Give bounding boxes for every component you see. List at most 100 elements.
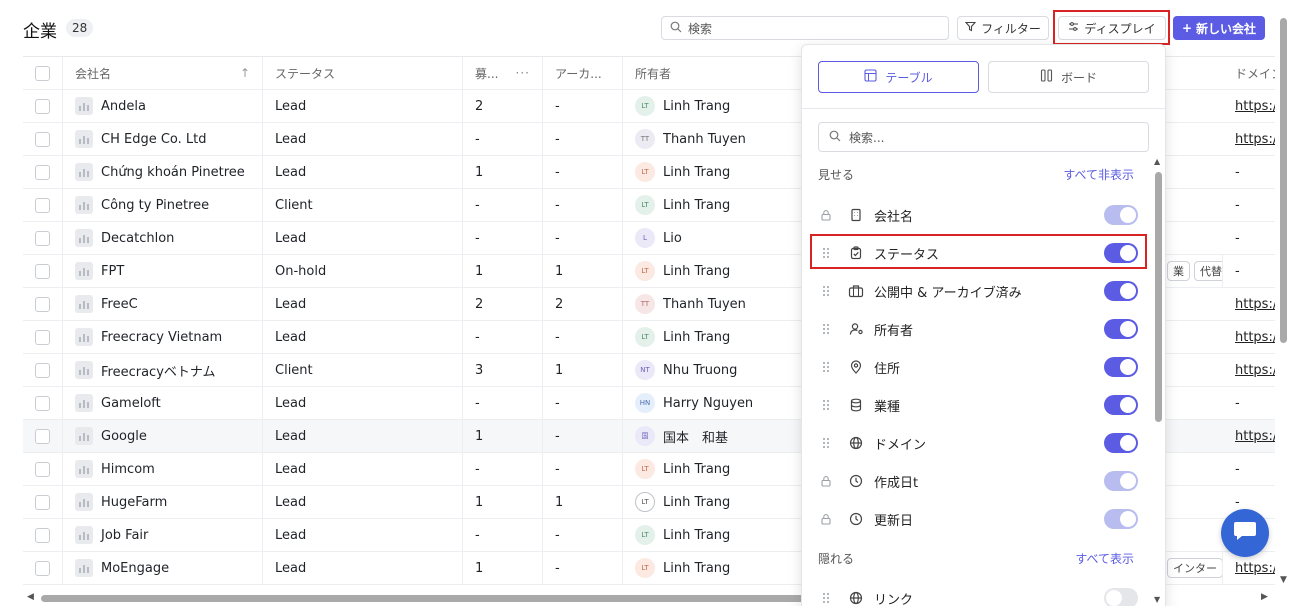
company-name[interactable]: Freecracy Vietnam [101, 330, 222, 345]
row-checkbox-cell[interactable] [23, 123, 63, 155]
domain-link[interactable]: https:/ [1235, 99, 1275, 114]
horizontal-scroll-thumb[interactable] [41, 595, 831, 602]
row-checkbox-cell[interactable] [23, 519, 63, 551]
drag-handle-icon[interactable] [818, 399, 834, 411]
company-name[interactable]: Freecracyベトナム [101, 361, 216, 380]
field-row[interactable]: 更新日 [818, 503, 1138, 535]
more-horizontal-icon[interactable]: ··· [516, 66, 530, 80]
status-cell[interactable]: Lead [263, 222, 463, 254]
row-checkbox-cell[interactable] [23, 189, 63, 221]
domain-link[interactable]: https:/ [1235, 330, 1275, 345]
row-checkbox[interactable] [35, 296, 50, 312]
scroll-down-arrow-icon[interactable]: ▼ [1280, 575, 1287, 585]
sort-arrow-up-icon[interactable]: ↑ [240, 66, 250, 80]
row-checkbox[interactable] [35, 494, 50, 510]
field-visibility-toggle[interactable] [1104, 319, 1138, 339]
company-name-cell[interactable]: Freecracyベトナム [63, 354, 263, 386]
drag-handle-icon[interactable] [818, 323, 834, 335]
company-name[interactable]: HugeFarm [101, 495, 167, 510]
domain-link[interactable]: https:/ [1235, 561, 1275, 576]
domain-cell[interactable]: https:/ [1223, 420, 1275, 452]
column-header-recruit[interactable]: 募... ··· [463, 57, 543, 89]
field-row[interactable]: 公開中 & アーカイブ済み [818, 275, 1138, 307]
company-name-cell[interactable]: Andela [63, 90, 263, 122]
row-checkbox-cell[interactable] [23, 552, 63, 584]
column-header-domain[interactable]: ドメイン [1223, 57, 1275, 89]
domain-cell[interactable]: https:/ [1223, 552, 1275, 584]
owner-cell[interactable]: L Lio [623, 222, 823, 254]
field-visibility-toggle[interactable] [1104, 395, 1138, 415]
new-company-button[interactable]: + 新しい会社 [1173, 16, 1265, 40]
owner-cell[interactable]: LT Linh Trang [623, 486, 823, 518]
tag-chip[interactable]: インター [1167, 558, 1222, 578]
row-checkbox-cell[interactable] [23, 387, 63, 419]
drag-handle-icon[interactable] [818, 361, 834, 373]
owner-cell[interactable]: LT Linh Trang [623, 453, 823, 485]
view-table-button[interactable]: テーブル [818, 61, 979, 93]
company-name-cell[interactable]: Decatchlon [63, 222, 263, 254]
owner-cell[interactable]: LT Linh Trang [623, 519, 823, 551]
owner-cell[interactable]: LT Linh Trang [623, 189, 823, 221]
field-visibility-toggle[interactable] [1104, 433, 1138, 453]
company-name[interactable]: Chứng khoán Pinetree [101, 165, 245, 180]
column-header-archive[interactable]: アーカ... [543, 57, 623, 89]
panel-scroll-thumb[interactable] [1155, 172, 1162, 422]
tag-chip[interactable]: 業 [1167, 261, 1190, 281]
field-row[interactable]: 会社名 [818, 199, 1138, 231]
select-all-checkbox[interactable] [35, 65, 50, 81]
row-checkbox[interactable] [35, 395, 50, 411]
company-name[interactable]: MoEngage [101, 561, 169, 576]
field-visibility-toggle[interactable] [1104, 588, 1138, 606]
status-cell[interactable]: Client [263, 354, 463, 386]
company-name[interactable]: Google [101, 429, 147, 444]
owner-cell[interactable]: LT Linh Trang [623, 321, 823, 353]
row-checkbox-cell[interactable] [23, 420, 63, 452]
drag-handle-icon[interactable] [818, 592, 834, 604]
view-board-button[interactable]: ボード [988, 61, 1149, 93]
tag-chip[interactable]: 代替 [1194, 261, 1222, 281]
header-checkbox-cell[interactable] [23, 57, 63, 89]
status-cell[interactable]: Lead [263, 453, 463, 485]
company-name-cell[interactable]: Job Fair [63, 519, 263, 551]
row-checkbox-cell[interactable] [23, 453, 63, 485]
search-input[interactable]: 検索 [661, 16, 949, 40]
company-name[interactable]: Công ty Pinetree [101, 198, 209, 213]
domain-cell[interactable]: https:/ [1223, 123, 1275, 155]
row-checkbox[interactable] [35, 362, 50, 378]
row-checkbox[interactable] [35, 527, 50, 543]
field-row[interactable]: 所有者 [818, 313, 1138, 345]
field-row[interactable]: 作成日t [818, 465, 1138, 497]
owner-cell[interactable]: HN Harry Nguyen [623, 387, 823, 419]
row-checkbox-cell[interactable] [23, 255, 63, 287]
row-checkbox-cell[interactable] [23, 90, 63, 122]
domain-cell[interactable]: https:/ [1223, 90, 1275, 122]
owner-cell[interactable]: TT Thanh Tuyen [623, 123, 823, 155]
company-name-cell[interactable]: Công ty Pinetree [63, 189, 263, 221]
company-name[interactable]: FreeC [101, 297, 138, 312]
scroll-right-arrow-icon[interactable]: ▶ [1261, 592, 1268, 602]
column-header-status[interactable]: ステータス [263, 57, 463, 89]
hide-all-link[interactable]: すべて非表示 [1063, 166, 1134, 183]
company-name[interactable]: Gameloft [101, 396, 161, 411]
filter-button[interactable]: フィルター [957, 16, 1049, 40]
status-cell[interactable]: Lead [263, 288, 463, 320]
row-checkbox[interactable] [35, 164, 50, 180]
domain-link[interactable]: https:/ [1235, 363, 1275, 378]
company-name-cell[interactable]: FreeC [63, 288, 263, 320]
status-cell[interactable]: Lead [263, 90, 463, 122]
field-row[interactable]: 住所 [818, 351, 1138, 383]
field-row[interactable]: リンク [818, 582, 1138, 606]
company-name-cell[interactable]: MoEngage [63, 552, 263, 584]
row-checkbox[interactable] [35, 560, 50, 576]
status-cell[interactable]: Lead [263, 123, 463, 155]
domain-link[interactable]: https:/ [1235, 132, 1275, 147]
field-row[interactable]: ドメイン [818, 427, 1138, 459]
row-checkbox[interactable] [35, 131, 50, 147]
owner-cell[interactable]: TT Thanh Tuyen [623, 288, 823, 320]
company-name-cell[interactable]: CH Edge Co. Ltd [63, 123, 263, 155]
row-checkbox[interactable] [35, 230, 50, 246]
vertical-scroll-thumb[interactable] [1280, 18, 1287, 343]
row-checkbox-cell[interactable] [23, 156, 63, 188]
status-cell[interactable]: Lead [263, 321, 463, 353]
status-cell[interactable]: On-hold [263, 255, 463, 287]
